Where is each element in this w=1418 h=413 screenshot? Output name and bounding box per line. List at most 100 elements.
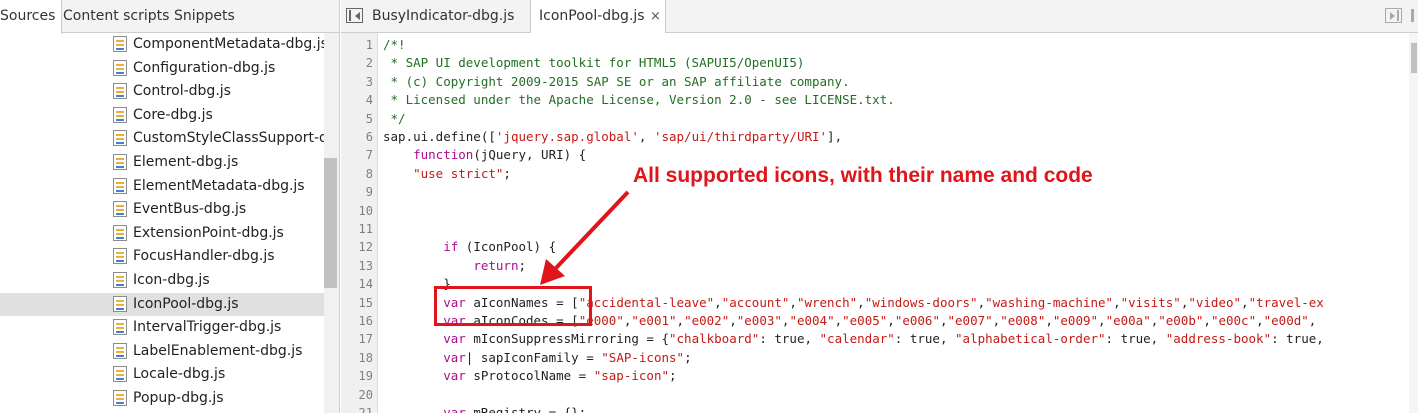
code-line: var mRegistry = {}; <box>383 404 586 413</box>
js-file-icon <box>113 36 127 52</box>
line-number[interactable]: 14 <box>343 275 373 293</box>
code-token: , <box>1113 294 1121 310</box>
code-editor[interactable]: 1 2 3 4 5 6 7 8 9 10 11 12 13 14 15 16 17 18 19 20 21 /*! * … <box>341 33 1418 413</box>
file-name: Locale-dbg.js <box>133 366 226 383</box>
code-token: sap.ui.define([ <box>383 129 496 144</box>
line-number[interactable]: 13 <box>343 257 373 275</box>
file-item[interactable]: Configuration-dbg.js <box>0 57 324 80</box>
code-token: sProtocolName = <box>465 368 594 384</box>
code-token: "e002" <box>684 313 730 328</box>
code-token: var <box>443 405 466 413</box>
file-tree-scroll-thumb[interactable] <box>324 158 337 288</box>
line-number[interactable]: 7 <box>343 146 373 164</box>
line-number[interactable]: 11 <box>343 220 373 238</box>
line-number[interactable]: 17 <box>343 330 373 348</box>
line-number[interactable]: 5 <box>343 110 373 128</box>
code-token: | sapIconFamily = <box>465 349 602 365</box>
line-number[interactable]: 8 <box>343 165 373 183</box>
tab-sources[interactable]: Sources <box>0 0 63 34</box>
js-file-icon <box>113 248 127 265</box>
js-file-icon <box>113 106 127 123</box>
code-token: , <box>1045 313 1053 328</box>
file-name: Icon-dbg.js <box>133 272 210 288</box>
editor-scrollbar[interactable] <box>1409 33 1418 413</box>
file-name: LabelEnablement-dbg.js <box>133 342 303 359</box>
code-token: , <box>1241 294 1249 310</box>
pause-icon[interactable] <box>1408 8 1418 23</box>
code-area[interactable]: /*! * SAP UI development toolkit for HTM… <box>383 33 1413 413</box>
file-name: EventBus-dbg.js <box>133 201 247 218</box>
file-name: ComponentMetadata-dbg.js <box>133 36 324 52</box>
line-number[interactable]: 15 <box>343 294 373 312</box>
js-file-icon <box>113 319 127 336</box>
editor-scroll-thumb[interactable] <box>1411 43 1417 73</box>
file-item[interactable]: EventBus-dbg.js <box>0 198 324 221</box>
file-item[interactable]: Element-dbg.js <box>0 151 324 174</box>
line-number[interactable]: 1 <box>343 36 373 54</box>
line-number[interactable]: 9 <box>343 183 373 201</box>
code-token: if <box>443 239 459 255</box>
line-number[interactable]: 21 <box>343 404 373 413</box>
file-item[interactable]: LabelEnablement-dbg.js <box>0 340 324 363</box>
toggle-navigator-icon[interactable] <box>346 8 363 23</box>
code-token: "e00a" <box>1105 313 1151 328</box>
line-number[interactable]: 19 <box>343 367 373 385</box>
line-number[interactable]: 2 <box>343 54 373 72</box>
file-name: CustomStyleClassSupport-dbg.js <box>133 130 324 147</box>
file-item[interactable]: FocusHandler-dbg.js <box>0 245 324 268</box>
js-file-icon <box>113 390 127 406</box>
code-token: "e00d" <box>1263 313 1309 328</box>
tab-content-scripts[interactable]: Content scripts <box>63 0 169 33</box>
file-item[interactable]: Locale-dbg.js <box>0 363 324 386</box>
code-line: * SAP UI development toolkit for HTML5 (… <box>383 54 805 72</box>
code-line: var mIconSuppressMirroring = {"chalkboar… <box>383 330 1324 348</box>
code-token: : true, <box>1271 331 1324 347</box>
line-number[interactable]: 3 <box>343 73 373 91</box>
code-token: "wrench" <box>796 294 858 310</box>
file-name: IntervalTrigger-dbg.js <box>133 319 282 336</box>
file-item[interactable]: IntervalTrigger-dbg.js <box>0 316 324 339</box>
file-item[interactable]: ElementMetadata-dbg.js <box>0 175 324 198</box>
code-token: , <box>714 294 722 310</box>
code-token: "SAP-icons" <box>601 349 685 365</box>
code-token: ; <box>669 368 677 384</box>
code-line: if (IconPool) { <box>383 238 556 256</box>
file-item[interactable]: Control-dbg.js <box>0 80 324 103</box>
line-number[interactable]: 18 <box>343 349 373 367</box>
file-item[interactable]: Icon-dbg.js <box>0 269 324 292</box>
line-number[interactable]: 20 <box>343 386 373 404</box>
line-number[interactable]: 10 <box>343 202 373 220</box>
file-name: IconPool-dbg.js <box>133 295 239 312</box>
code-token: "visits" <box>1120 294 1181 310</box>
code-token: "use strict" <box>413 165 504 181</box>
close-icon[interactable]: × <box>650 0 661 33</box>
file-item[interactable]: IconPool-dbg.js <box>0 292 324 316</box>
line-number[interactable]: 4 <box>343 91 373 109</box>
line-number[interactable]: 12 <box>343 238 373 256</box>
line-number-gutter[interactable]: 1 2 3 4 5 6 7 8 9 10 11 12 13 14 15 16 17 18 19 20 21 <box>341 33 378 413</box>
file-item[interactable]: Popup-dbg.js <box>0 387 324 410</box>
file-item[interactable]: ExtensionPoint-dbg.js <box>0 222 324 245</box>
tab-busyindicator[interactable]: BusyIndicator-dbg.js <box>372 0 530 33</box>
js-file-icon <box>113 272 127 288</box>
toggle-debugger-icon[interactable] <box>1385 8 1402 23</box>
js-file-icon <box>113 59 127 76</box>
tab-snippets[interactable]: Snippets <box>174 0 235 33</box>
code-token: "e008" <box>1000 313 1046 328</box>
file-item[interactable]: Core-dbg.js <box>0 104 324 127</box>
line-number[interactable]: 16 <box>343 312 373 330</box>
code-token: mRegistry = {}; <box>465 405 587 413</box>
code-line: /*! <box>383 36 406 54</box>
code-token: * Licensed under the Apache License, Ver… <box>383 92 895 108</box>
code-token: , <box>1308 313 1317 328</box>
line-number[interactable]: 6 <box>343 128 373 146</box>
file-item[interactable]: CustomStyleClassSupport-dbg.js <box>0 127 324 150</box>
file-item[interactable]: ComponentMetadata-dbg.js <box>0 33 324 56</box>
tab-iconpool[interactable]: IconPool-dbg.js × <box>530 0 666 34</box>
code-line: return; <box>383 257 526 275</box>
navigator-tabs: Sources Content scripts Snippets <box>0 0 339 34</box>
code-line: sap.ui.define(['jquery.sap.global', 'sap… <box>383 128 842 146</box>
